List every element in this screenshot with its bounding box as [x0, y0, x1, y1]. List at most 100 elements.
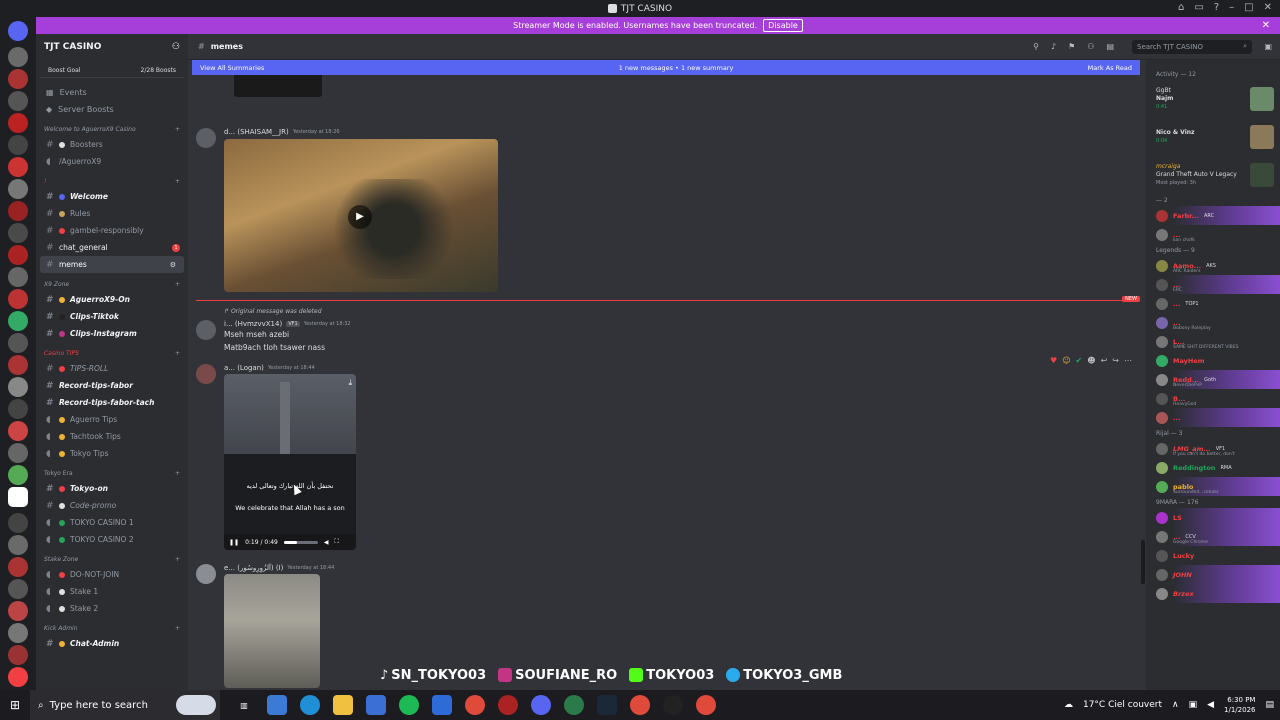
channel-aguerrox9[interactable]: ◖/AguerroX9 — [36, 153, 188, 170]
scrollbar[interactable] — [1141, 540, 1145, 584]
member-row[interactable]: LS — [1146, 508, 1280, 527]
server-icon[interactable] — [8, 201, 28, 221]
banner-close-icon[interactable]: ✕ — [1262, 20, 1270, 31]
avatar[interactable] — [196, 128, 216, 148]
member-row[interactable]: B... HeavyGod — [1146, 389, 1280, 408]
chrome-icon[interactable] — [465, 695, 485, 715]
server-icon[interactable] — [8, 333, 28, 353]
server-icon[interactable] — [8, 465, 28, 485]
channel-stake2[interactable]: ◖ Stake 2 — [36, 600, 188, 617]
search-input[interactable]: Search TJT CASINO ⌕ — [1132, 39, 1252, 54]
channel-chatadmin[interactable]: # Chat-Admin — [36, 635, 188, 652]
server-icon[interactable] — [8, 69, 28, 89]
weather-text[interactable]: 17°C Ciel couvert — [1083, 700, 1162, 710]
check-reaction-icon[interactable]: ✔ — [1076, 356, 1083, 365]
server-icon[interactable] — [8, 355, 28, 375]
member-row[interactable]: ... CCV Google Chrome — [1146, 527, 1280, 546]
channel-donotjoin[interactable]: ◖ DO-NOT-JOIN — [36, 566, 188, 583]
forward-icon[interactable]: ↪ — [1112, 356, 1119, 365]
inbox-icon[interactable]: ▣ — [1264, 42, 1272, 51]
member-row[interactable]: Reddington RMA — [1146, 458, 1280, 477]
add-channel-icon[interactable]: + — [175, 350, 180, 357]
member-row[interactable]: ... Bobony Roleplay — [1146, 313, 1280, 332]
threads-icon[interactable]: ⚲ — [1033, 42, 1039, 51]
pin-icon[interactable]: ⌂ — [1178, 2, 1184, 13]
pause-icon[interactable]: ❚❚ — [229, 539, 239, 546]
category-welcome[interactable]: Welcome to AguerroX9 Casino + — [36, 122, 188, 136]
disable-button[interactable]: Disable — [763, 19, 803, 32]
category-tokyoera[interactable]: Tokyo Era + — [36, 466, 188, 480]
add-channel-icon[interactable]: + — [175, 470, 180, 477]
chevron-up-icon[interactable]: ∧ — [1172, 700, 1179, 710]
fullscreen-icon[interactable]: ⛶ — [334, 538, 338, 546]
home-icon[interactable] — [8, 21, 28, 41]
add-reaction-icon[interactable]: ☻ — [1087, 356, 1095, 365]
windows-start-icon[interactable]: ⊞ — [0, 690, 30, 720]
channel-tokyocasino1[interactable]: ◖ TOKYO CASINO 1 — [36, 514, 188, 531]
channel-codepromo[interactable]: # Code-promo — [36, 497, 188, 514]
server-icon[interactable] — [8, 667, 28, 687]
mail-icon[interactable] — [432, 695, 452, 715]
member-row[interactable]: JOHN — [1146, 565, 1280, 584]
server-icon[interactable] — [8, 47, 28, 67]
channel-recordfabortach[interactable]: # Record-tips-fabor-tach — [36, 394, 188, 411]
bell-icon[interactable]: ♪ — [1051, 42, 1056, 51]
server-icon[interactable] — [8, 487, 28, 507]
app-icon[interactable] — [498, 695, 518, 715]
server-icon[interactable] — [8, 179, 28, 199]
app-icon[interactable] — [564, 695, 584, 715]
emoji-reaction-icon[interactable]: ☺ — [1062, 356, 1070, 365]
server-icon[interactable] — [8, 443, 28, 463]
channel-tachtooktips[interactable]: ◖ Tachtook Tips — [36, 428, 188, 445]
taskbar-search[interactable]: ⌕ Type here to search — [30, 690, 220, 720]
server-icon[interactable] — [8, 223, 28, 243]
channel-clipstiktok[interactable]: # Clips-Tiktok — [36, 308, 188, 325]
avatar[interactable] — [196, 320, 216, 340]
channel-settings-icon[interactable]: ⚙ — [170, 261, 176, 269]
copilot-icon[interactable] — [267, 695, 287, 715]
server-icon[interactable] — [8, 377, 28, 397]
channel-tokyoon[interactable]: # Tokyo-on — [36, 480, 188, 497]
file-explorer-icon[interactable] — [333, 695, 353, 715]
server-icon[interactable] — [8, 579, 28, 599]
avatar[interactable] — [196, 364, 216, 384]
store-icon[interactable] — [366, 695, 386, 715]
member-row[interactable]: MayHem — [1146, 351, 1280, 370]
volume-icon[interactable]: ◀ — [324, 539, 329, 546]
channel-aguerrotips[interactable]: ◖ Aguerro Tips — [36, 411, 188, 428]
category-kickadmin[interactable]: Kick Admin + — [36, 621, 188, 635]
maximize-icon[interactable]: □ — [1244, 2, 1253, 13]
channel-rules[interactable]: # Rules — [36, 205, 188, 222]
channel-chat-general[interactable]: # chat_general 1 — [36, 239, 188, 256]
previous-image-attachment[interactable] — [234, 75, 322, 97]
view-all-summaries[interactable]: View All Summaries — [200, 64, 264, 72]
image-attachment[interactable] — [224, 574, 320, 688]
server-icon[interactable] — [8, 311, 28, 331]
server-icon[interactable] — [8, 535, 28, 555]
activity-card[interactable]: GgBt Najm 0:41 — [1146, 80, 1280, 118]
chrome-icon[interactable] — [630, 695, 650, 715]
download-icon[interactable]: ⤓ — [348, 378, 352, 388]
more-icon[interactable]: ⋯ — [1124, 356, 1132, 365]
server-icon[interactable] — [8, 601, 28, 621]
add-channel-icon[interactable]: + — [175, 556, 180, 563]
reply-preview[interactable]: ↱ Original message was deleted — [224, 308, 322, 315]
activity-card[interactable]: Nico & Vinz 0:04 — [1146, 118, 1280, 156]
member-row[interactable]: pablo Surrounded...celular — [1146, 477, 1280, 496]
server-boosts-link[interactable]: ◆ Server Boosts — [36, 101, 188, 118]
video-progress[interactable] — [283, 540, 318, 544]
add-channel-icon[interactable]: + — [175, 625, 180, 632]
channel-gambel[interactable]: # gambel-responsibly — [36, 222, 188, 239]
server-icon[interactable] — [8, 91, 28, 111]
server-icon[interactable] — [8, 513, 28, 533]
add-channel-icon[interactable]: + — [175, 178, 180, 185]
channel-tokyotips[interactable]: ◖ Tokyo Tips — [36, 445, 188, 462]
clock[interactable]: 6:30 PM 1/1/2026 — [1224, 695, 1255, 715]
summaries-bar[interactable]: View All Summaries 1 new messages • 1 ne… — [192, 60, 1140, 75]
edge-icon[interactable] — [300, 695, 320, 715]
obs-icon[interactable] — [663, 695, 683, 715]
network-icon[interactable]: ▣ — [1189, 700, 1198, 710]
avatar[interactable] — [196, 564, 216, 584]
server-icon[interactable] — [8, 399, 28, 419]
member-row[interactable]: ... ERC — [1146, 275, 1280, 294]
